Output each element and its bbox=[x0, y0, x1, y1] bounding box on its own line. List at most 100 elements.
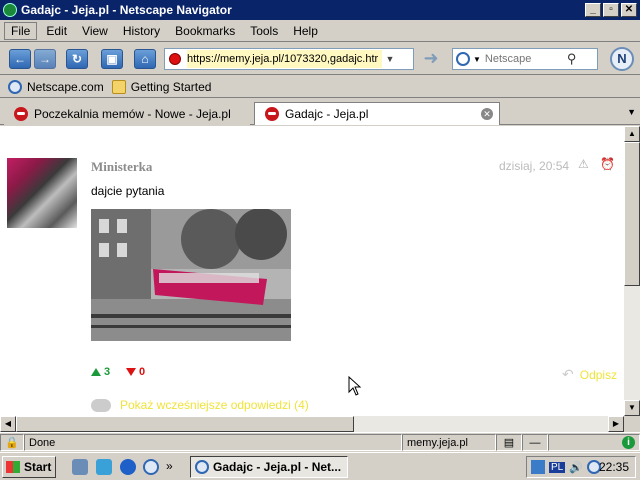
jeja-favicon-icon bbox=[265, 107, 279, 121]
go-button[interactable]: ➜ bbox=[418, 49, 444, 69]
search-bar[interactable]: ▼ ⚲ bbox=[452, 48, 598, 70]
bookmark-getting-started[interactable]: Getting Started bbox=[111, 79, 212, 94]
stop-icon: ▣ bbox=[106, 52, 118, 66]
menu-edit[interactable]: Edit bbox=[40, 23, 73, 39]
taskbar-item-label: Gadajc - Jeja.pl - Net... bbox=[213, 460, 342, 474]
forward-button[interactable]: → bbox=[34, 49, 56, 69]
search-engine-icon[interactable] bbox=[456, 52, 470, 66]
folder-icon bbox=[111, 79, 126, 94]
window-title: Gadajc - Jeja.pl - Netscape Navigator bbox=[21, 3, 232, 17]
downvote-icon bbox=[126, 368, 136, 376]
comment-author[interactable]: Ministerka bbox=[91, 159, 152, 175]
scroll-up-icon[interactable]: ▲ bbox=[624, 126, 640, 142]
menu-tools[interactable]: Tools bbox=[244, 23, 284, 39]
menu-file[interactable]: File bbox=[4, 21, 38, 40]
jeja-favicon-icon bbox=[14, 106, 28, 121]
reload-button[interactable]: ↻ bbox=[66, 49, 88, 69]
tab-list-dropdown-icon[interactable]: ▼ bbox=[627, 107, 636, 117]
minimize-bar-icon[interactable]: — bbox=[522, 434, 548, 451]
navigation-toolbar: ← → ↻ ▣ ⌂ ▼ ➜ ▼ ⚲ N bbox=[0, 43, 640, 75]
status-host-area: memy.jeja.pl bbox=[402, 434, 496, 451]
reply-label: Odpisz bbox=[579, 367, 618, 382]
status-info-area: i bbox=[548, 434, 640, 451]
bookmarks-toolbar: Netscape.com Getting Started bbox=[0, 76, 640, 98]
back-button[interactable]: ← bbox=[9, 49, 31, 69]
start-button[interactable]: Start bbox=[2, 456, 56, 478]
comment-timestamp: dzisiaj, 20:54 bbox=[499, 159, 570, 173]
scroll-corner bbox=[624, 416, 640, 432]
title-bar[interactable]: Gadajc - Jeja.pl - Netscape Navigator _ … bbox=[0, 0, 640, 20]
url-input[interactable] bbox=[187, 50, 382, 68]
search-input[interactable] bbox=[484, 53, 567, 65]
menu-help[interactable]: Help bbox=[287, 23, 324, 39]
back-arrow-icon: ← bbox=[14, 52, 26, 66]
maximize-button[interactable]: ▫ bbox=[603, 3, 619, 17]
security-lock-icon[interactable]: 🔒 bbox=[0, 434, 24, 451]
quicklaunch-edit-icon[interactable] bbox=[72, 459, 88, 475]
mouse-cursor-icon bbox=[348, 376, 362, 396]
quicklaunch-netscape-icon[interactable] bbox=[143, 459, 159, 475]
netscape-throbber-icon[interactable]: N bbox=[610, 47, 634, 71]
info-icon[interactable]: i bbox=[622, 436, 635, 449]
tab-label: Poczekalnia memów - Nowe - Jeja.pl bbox=[34, 106, 231, 121]
stop-button[interactable]: ▣ bbox=[101, 49, 123, 69]
site-favicon-icon bbox=[169, 53, 181, 65]
url-dropdown-icon[interactable]: ▼ bbox=[382, 54, 398, 64]
scroll-left-icon[interactable]: ◀ bbox=[0, 416, 16, 432]
avatar[interactable] bbox=[7, 158, 77, 228]
comment-text: dajcie pytania bbox=[91, 184, 165, 198]
bookmark-label: Getting Started bbox=[130, 79, 212, 94]
search-icon[interactable]: ⚲ bbox=[567, 51, 577, 67]
menu-history[interactable]: History bbox=[117, 23, 166, 39]
start-label: Start bbox=[24, 460, 52, 474]
scroll-down-icon[interactable]: ▼ bbox=[624, 400, 640, 416]
home-icon: ⌂ bbox=[141, 52, 149, 66]
clock[interactable]: 22:35 bbox=[599, 460, 629, 474]
notify-icon[interactable]: ⏰ bbox=[600, 157, 615, 171]
menu-view[interactable]: View bbox=[76, 23, 114, 39]
report-icon[interactable]: ⚠ bbox=[578, 157, 592, 171]
search-engine-dropdown-icon[interactable]: ▼ bbox=[473, 55, 481, 64]
meme-image[interactable] bbox=[91, 209, 291, 341]
volume-icon[interactable]: 🔊 bbox=[569, 461, 583, 474]
downvote-button[interactable]: 0 bbox=[126, 366, 145, 378]
reload-icon: ↻ bbox=[71, 52, 83, 66]
taskbar: Start » Gadajc - Jeja.pl - Net... PL 🔊 2… bbox=[0, 452, 640, 480]
status-text: Done bbox=[24, 434, 402, 451]
minimize-button[interactable]: _ bbox=[585, 3, 601, 17]
menu-bar: File Edit View History Bookmarks Tools H… bbox=[0, 20, 640, 42]
network-icon[interactable] bbox=[531, 460, 545, 474]
horizontal-scroll-thumb[interactable] bbox=[16, 416, 354, 432]
close-button[interactable]: ✕ bbox=[621, 3, 637, 17]
tab-close-icon[interactable]: ✕ bbox=[481, 108, 493, 120]
horizontal-scrollbar[interactable]: ◀ ▶ bbox=[0, 416, 624, 432]
scroll-right-icon[interactable]: ▶ bbox=[608, 416, 624, 432]
downvote-count: 0 bbox=[139, 366, 146, 378]
home-button[interactable]: ⌂ bbox=[134, 49, 156, 69]
upvote-button[interactable]: 3 bbox=[91, 366, 110, 378]
go-arrow-icon: ➜ bbox=[423, 48, 439, 68]
show-earlier-label: Pokaż wcześniejsze odpowiedzi (4) bbox=[120, 398, 309, 412]
tab-label: Gadajc - Jeja.pl bbox=[285, 107, 369, 121]
quicklaunch-outlook-icon[interactable] bbox=[96, 459, 112, 475]
tab-gadajc[interactable]: Gadajc - Jeja.pl ✕ bbox=[254, 102, 500, 125]
popup-blocker-icon[interactable]: ▤ bbox=[496, 434, 522, 451]
vertical-scroll-thumb[interactable] bbox=[624, 142, 640, 286]
taskbar-item-netscape[interactable]: Gadajc - Jeja.pl - Net... bbox=[190, 456, 348, 478]
vertical-scrollbar[interactable]: ▲ ▼ bbox=[624, 126, 640, 416]
netscape-icon bbox=[195, 460, 209, 474]
language-indicator[interactable]: PL bbox=[549, 461, 566, 473]
upvote-icon bbox=[91, 368, 101, 376]
bookmark-netscape[interactable]: Netscape.com bbox=[8, 79, 104, 94]
quicklaunch-more-icon[interactable]: » bbox=[166, 459, 173, 473]
menu-bookmarks[interactable]: Bookmarks bbox=[169, 23, 241, 39]
tab-poczekalnia[interactable]: Poczekalnia memów - Nowe - Jeja.pl bbox=[4, 102, 250, 125]
status-bar: 🔒 Done memy.jeja.pl ▤ — i bbox=[0, 432, 640, 452]
windows-flag-icon bbox=[6, 461, 20, 473]
show-earlier-replies-link[interactable]: Pokaż wcześniejsze odpowiedzi (4) bbox=[91, 398, 309, 412]
bookmark-label: Netscape.com bbox=[27, 79, 104, 94]
url-bar[interactable]: ▼ bbox=[164, 48, 414, 70]
reply-link[interactable]: ↶ Odpisz bbox=[562, 366, 617, 383]
quicklaunch-ie-icon[interactable] bbox=[120, 459, 136, 475]
speech-bubble-icon bbox=[91, 398, 111, 412]
